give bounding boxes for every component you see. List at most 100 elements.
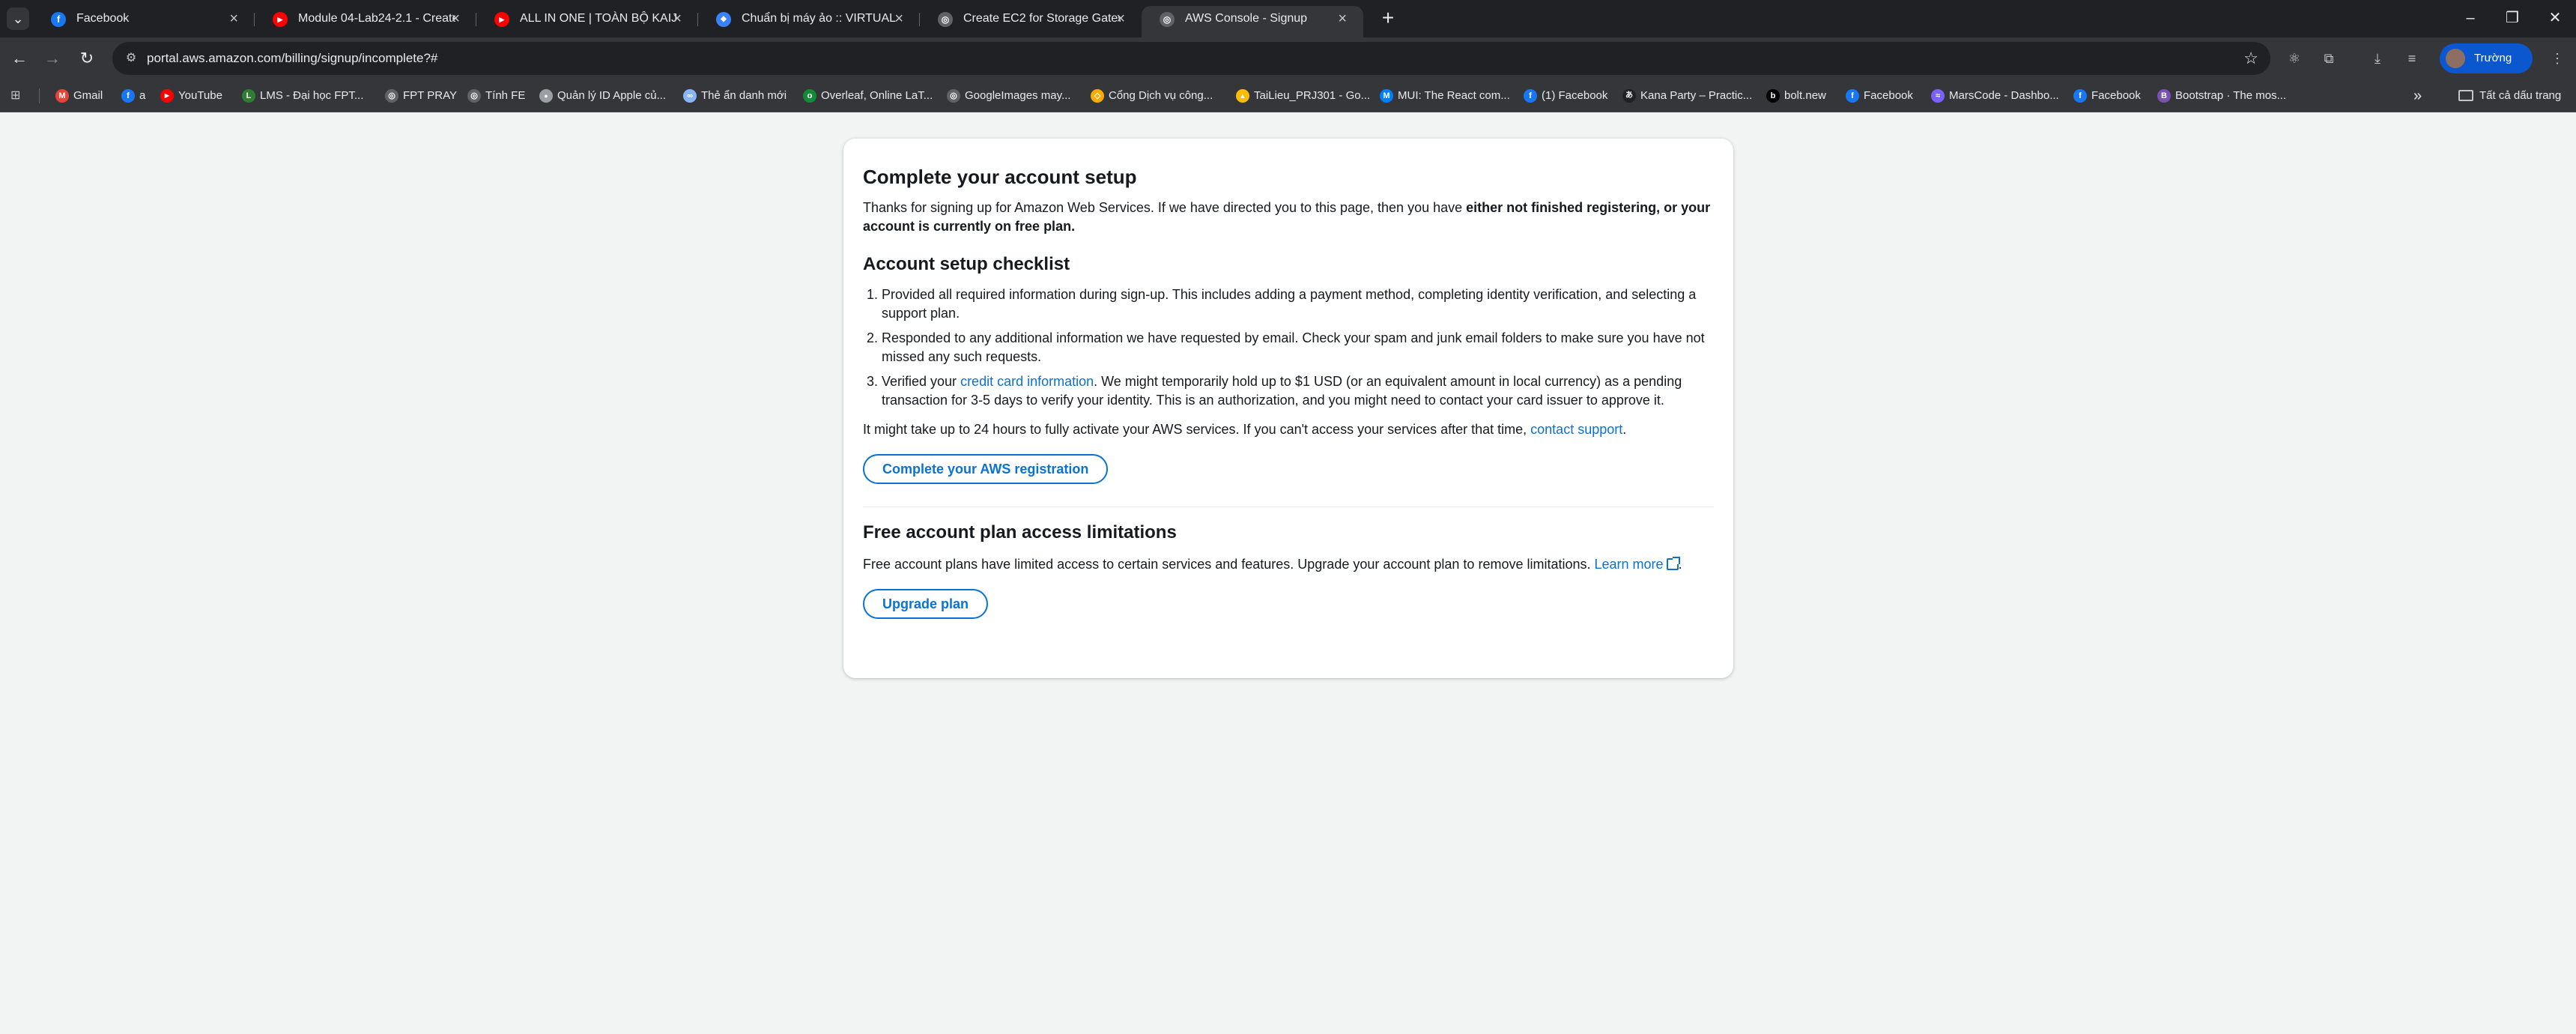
avatar	[2446, 49, 2465, 68]
drive-icon: ▲	[1236, 89, 1249, 103]
menu-kebab-icon[interactable]: ⋮	[2545, 46, 2569, 70]
bookmark-mui[interactable]: M MUI: The React com...	[1380, 79, 1510, 112]
close-tab-icon[interactable]: ×	[1338, 6, 1347, 31]
bookmark-overleaf[interactable]: o Overleaf, Online LaT...	[803, 79, 933, 112]
bookmarks-bar: ⊞ M Gmail fa ▶ YouTube L LMS - Đại học FPT.…	[0, 79, 2576, 112]
tab-aws-console-signup[interactable]: ◎ AWS Console - Signup ×	[1142, 6, 1363, 37]
tab-module-04[interactable]: ▶ Module 04-Lab24-2.1 - Create S ×	[255, 6, 476, 37]
credit-card-information-link[interactable]: credit card information	[960, 374, 1094, 389]
extension-react-icon[interactable]: ⚛	[2282, 46, 2306, 70]
tab-title: Module 04-Lab24-2.1 - Create S	[298, 12, 455, 25]
tab-all-in-one[interactable]: ▶ ALL IN ONE | TOÀN BỘ KAIJU N ×	[476, 6, 698, 37]
bookmark-tinh-fe[interactable]: ◎ Tính FE	[467, 79, 525, 112]
bookmark-label: MUI: The React com...	[1398, 89, 1510, 102]
upgrade-plan-button[interactable]: Upgrade plan	[863, 589, 989, 619]
bookmark-label: Cổng Dịch vụ công...	[1109, 89, 1213, 102]
tab-title: AWS Console - Signup	[1185, 12, 1308, 25]
complete-registration-button[interactable]: Complete your AWS registration	[863, 454, 1109, 484]
tab-virtual-machine[interactable]: ◆ Chuẩn bị máy ảo :: VIRTUAL MA ×	[698, 6, 920, 37]
learn-more-label: Learn more	[1594, 557, 1664, 572]
bookmark-label: (1) Facebook	[1542, 89, 1608, 102]
tab-search-icon[interactable]: ≡	[2400, 46, 2424, 70]
restore-button[interactable]: ❐	[2491, 0, 2533, 36]
tab-title: Facebook	[76, 12, 130, 25]
extensions-puzzle-icon[interactable]: ⧉	[2317, 46, 2341, 70]
address-bar[interactable]: ⚙ portal.aws.amazon.com/billing/signup/i…	[112, 42, 2270, 75]
bookmark-youtube[interactable]: ▶ YouTube	[160, 79, 222, 112]
minimize-button[interactable]: –	[2449, 0, 2491, 36]
facebook-icon: f	[121, 89, 135, 103]
free-plan-text: Free account plans have limited access t…	[863, 555, 1714, 574]
activation-text: It might take up to 24 hours to fully ac…	[863, 422, 1531, 437]
close-tab-icon[interactable]: ×	[894, 6, 903, 31]
bookmark-gmail[interactable]: M Gmail	[55, 79, 103, 112]
site-info-icon[interactable]: ⚙	[123, 50, 139, 67]
bookmark-marscode[interactable]: ≈ MarsCode - Dashbo...	[1931, 79, 2059, 112]
download-icon[interactable]: ⤓	[2366, 46, 2389, 70]
tab-facebook[interactable]: f Facebook ×	[33, 6, 255, 37]
bookmark-a[interactable]: fa	[121, 79, 145, 112]
globe-icon: ◎	[467, 89, 481, 103]
bookmark-dich-vu-cong[interactable]: ◇ Cổng Dịch vụ công...	[1091, 79, 1213, 112]
bookmark-kana-party[interactable]: あ Kana Party – Practic...	[1622, 79, 1752, 112]
bookmark-label: Kana Party – Practic...	[1640, 89, 1753, 102]
bookmark-label: LMS - Đại học FPT...	[260, 89, 364, 102]
all-bookmarks-label: Tất cả dấu trang	[2479, 89, 2562, 102]
bookmark-apple-id[interactable]: ● Quản lý ID Apple củ...	[539, 79, 666, 112]
tab-create-ec2[interactable]: ◎ Create EC2 for Storage Gatewa ×	[920, 6, 1142, 37]
reload-button[interactable]: ↻	[73, 45, 100, 72]
forward-button[interactable]: →	[39, 45, 66, 72]
incognito-icon: ∞	[683, 89, 697, 103]
globe-icon: ◎	[938, 12, 953, 27]
marscode-icon: ≈	[1931, 89, 1945, 103]
workshop-icon: ◆	[716, 12, 731, 27]
checklist-item-text: Verified your	[882, 374, 961, 389]
bookmark-tailieu-prj301[interactable]: ▲ TaiLieu_PRJ301 - Go...	[1236, 79, 1370, 112]
back-button[interactable]: ←	[6, 45, 33, 72]
youtube-icon: ▶	[160, 89, 174, 103]
close-tab-icon[interactable]: ×	[673, 6, 682, 31]
youtube-icon: ▶	[494, 12, 509, 27]
new-tab-button[interactable]: +	[1375, 6, 1401, 31]
page-title: Complete your account setup	[863, 166, 1137, 188]
bookmark-facebook-2[interactable]: f Facebook	[2073, 79, 2141, 112]
globe-icon: ◎	[1160, 12, 1175, 27]
facebook-icon: f	[1524, 89, 1537, 103]
tab-title: Create EC2 for Storage Gatewa	[963, 12, 1121, 25]
all-bookmarks-button[interactable]: Tất cả dấu trang	[2458, 79, 2561, 112]
bookmark-incognito[interactable]: ∞ Thẻ ẩn danh mới	[683, 79, 787, 112]
browser-toolbar: ← → ↻ ⚙ portal.aws.amazon.com/billing/si…	[0, 37, 2576, 94]
close-tab-icon[interactable]: ×	[1116, 6, 1125, 31]
tab-strip: ⌄ f Facebook × ▶ Module 04-Lab24-2.1 - C…	[0, 0, 2576, 37]
bookmark-label: Facebook	[2091, 89, 2141, 102]
bookmark-1-facebook[interactable]: f (1) Facebook	[1524, 79, 1607, 112]
url-text[interactable]: portal.aws.amazon.com/billing/signup/inc…	[147, 42, 437, 75]
profile-button[interactable]: Trường học	[2440, 43, 2533, 94]
close-tab-icon[interactable]: ×	[229, 6, 238, 31]
bookmark-google-images[interactable]: ◎ GoogleImages may...	[947, 79, 1070, 112]
bookmark-star-icon[interactable]: ☆	[2243, 42, 2258, 75]
close-tab-icon[interactable]: ×	[451, 6, 460, 31]
activation-suffix: .	[1622, 422, 1627, 437]
bookmark-label: TaiLieu_PRJ301 - Go...	[1254, 89, 1371, 102]
checklist-title: Account setup checklist	[863, 254, 1070, 274]
bookmark-bolt-new[interactable]: b bolt.new	[1766, 79, 1826, 112]
facebook-icon: f	[1846, 89, 1859, 103]
mui-icon: M	[1380, 89, 1393, 103]
bookmark-facebook[interactable]: f Facebook	[1846, 79, 1913, 112]
more-bookmarks-chevron-icon[interactable]: »	[2413, 79, 2422, 112]
close-window-button[interactable]: ✕	[2534, 0, 2576, 36]
tab-title: ALL IN ONE | TOÀN BỘ KAIJU N	[520, 12, 677, 25]
bookmark-fpt-pray[interactable]: ◎ FPT PRAY	[385, 79, 457, 112]
learn-more-link[interactable]: Learn more	[1594, 557, 1680, 572]
contact-support-link[interactable]: contact support	[1530, 422, 1622, 437]
bookmark-lms[interactable]: L LMS - Đại học FPT...	[242, 79, 363, 112]
apps-grid-icon[interactable]: ⊞	[10, 88, 25, 103]
kana-icon: あ	[1622, 89, 1636, 103]
bookmark-bootstrap[interactable]: B Bootstrap · The mos...	[2157, 79, 2286, 112]
bookmark-label: Thẻ ẩn danh mới	[701, 89, 787, 102]
bookmark-label: a	[139, 89, 146, 102]
tab-search-button[interactable]: ⌄	[7, 7, 29, 30]
gov-icon: ◇	[1091, 89, 1104, 103]
bolt-icon: b	[1766, 89, 1780, 103]
